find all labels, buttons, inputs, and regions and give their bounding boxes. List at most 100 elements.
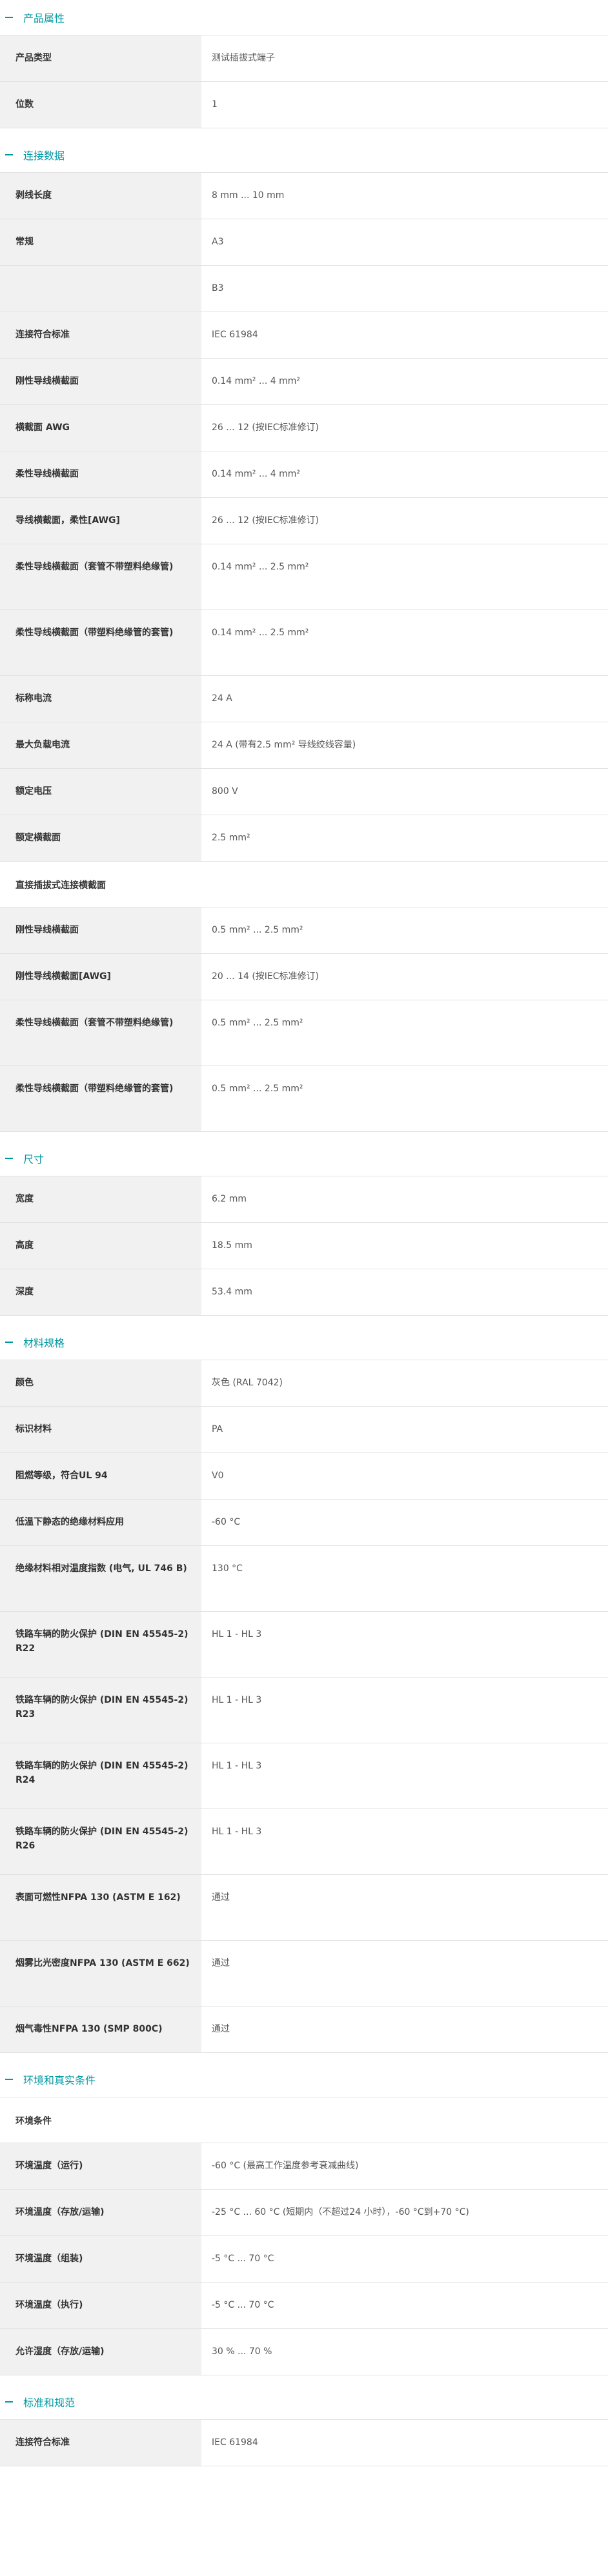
row-value: PA xyxy=(201,1406,608,1453)
row-value: HL 1 - HL 3 xyxy=(201,1677,608,1743)
row-value: 通过 xyxy=(201,1940,608,2006)
table-row: 环境温度（执行) -5 °C ... 70 °C xyxy=(0,2282,608,2329)
table-row: 烟气毒性NFPA 130 (SMP 800C) 通过 xyxy=(0,2006,608,2053)
table-row: B3 xyxy=(0,265,608,312)
row-label: 允许湿度（存放/运输) xyxy=(0,2328,201,2375)
row-label: 柔性导线横截面（带塑料绝缘管的套管) xyxy=(0,1065,201,1132)
section-title-dimensions: 尺寸 xyxy=(0,1141,608,1176)
row-label: 刚性导线横截面 xyxy=(0,358,201,405)
table-row: 柔性导线横截面（套管不带塑料绝缘管) 0.14 mm² ... 2.5 mm² xyxy=(0,544,608,610)
row-value: 800 V xyxy=(201,768,608,815)
row-value: 26 ... 12 (按IEC标准修订) xyxy=(201,404,608,451)
row-label: 环境温度（执行) xyxy=(0,2282,201,2329)
table-row: 剥线长度 8 mm ... 10 mm xyxy=(0,172,608,219)
section-title-standards: 标准和规范 xyxy=(0,2384,608,2419)
table-row: 宽度 6.2 mm xyxy=(0,1176,608,1223)
row-label: 柔性导线横截面 xyxy=(0,451,201,498)
row-label: 连接符合标准 xyxy=(0,2419,201,2466)
row-value: -60 °C (最高工作温度参考衰减曲线) xyxy=(201,2143,608,2190)
row-value: 0.14 mm² ... 4 mm² xyxy=(201,451,608,498)
row-label: 标称电流 xyxy=(0,675,201,722)
table-row: 导线横截面，柔性[AWG] 26 ... 12 (按IEC标准修订) xyxy=(0,497,608,544)
row-value: 130 °C xyxy=(201,1545,608,1612)
row-value: B3 xyxy=(201,265,608,312)
table-row: 绝缘材料相对温度指数 (电气, UL 746 B) 130 °C xyxy=(0,1545,608,1612)
row-value: 20 ... 14 (按IEC标准修订) xyxy=(201,953,608,1000)
row-label: 横截面 AWG xyxy=(0,404,201,451)
table-row: 表面可燃性NFPA 130 (ASTM E 162) 通过 xyxy=(0,1874,608,1941)
row-label: 柔性导线横截面（套管不带塑料绝缘管) xyxy=(0,1000,201,1066)
table-row: 柔性导线横截面（带塑料绝缘管的套管) 0.14 mm² ... 2.5 mm² xyxy=(0,609,608,676)
row-value: 1 xyxy=(201,81,608,128)
row-label: 铁路车辆的防火保护 (DIN EN 45545-2) R26 xyxy=(0,1808,201,1875)
row-label: 烟雾比光密度NFPA 130 (ASTM E 662) xyxy=(0,1940,201,2006)
row-label xyxy=(0,265,201,312)
row-label: 颜色 xyxy=(0,1360,201,1407)
row-value: A3 xyxy=(201,219,608,266)
row-value: 通过 xyxy=(201,2006,608,2053)
table-row: 铁路车辆的防火保护 (DIN EN 45545-2) R22 HL 1 - HL … xyxy=(0,1611,608,1678)
row-label: 环境温度（组装) xyxy=(0,2235,201,2283)
direct-plug-table: 刚性导线横截面 0.5 mm² ... 2.5 mm² 刚性导线横截面[AWG] 2… xyxy=(0,907,608,1132)
section-title-product-properties: 产品属性 xyxy=(0,0,608,35)
row-value: 0.5 mm² ... 2.5 mm² xyxy=(201,907,608,954)
row-label: 低温下静态的绝缘材料应用 xyxy=(0,1499,201,1546)
table-row: 铁路车辆的防火保护 (DIN EN 45545-2) R23 HL 1 - HL … xyxy=(0,1677,608,1743)
row-label: 剥线长度 xyxy=(0,172,201,219)
row-label: 标识材料 xyxy=(0,1406,201,1453)
standards-table: 连接符合标准 IEC 61984 xyxy=(0,2419,608,2466)
row-label: 导线横截面，柔性[AWG] xyxy=(0,497,201,544)
row-value: 灰色 (RAL 7042) xyxy=(201,1360,608,1407)
row-value: IEC 61984 xyxy=(201,2419,608,2466)
row-value: HL 1 - HL 3 xyxy=(201,1743,608,1809)
table-row: 横截面 AWG 26 ... 12 (按IEC标准修订) xyxy=(0,404,608,451)
table-row: 烟雾比光密度NFPA 130 (ASTM E 662) 通过 xyxy=(0,1940,608,2006)
section-dash-icon xyxy=(5,1342,13,1343)
section-title-text: 材料规格 xyxy=(23,1337,65,1349)
table-row: 环境温度（组装) -5 °C ... 70 °C xyxy=(0,2235,608,2283)
section-dash-icon xyxy=(5,154,13,155)
product-properties-table: 产品类型 测试插拔式端子 位数 1 xyxy=(0,35,608,128)
table-row: 常规 A3 xyxy=(0,219,608,266)
row-value: 2.5 mm² xyxy=(201,815,608,861)
table-row: 深度 53.4 mm xyxy=(0,1269,608,1316)
environment-table: 环境温度（运行) -60 °C (最高工作温度参考衰减曲线) 环境温度（存放/运输… xyxy=(0,2143,608,2375)
section-title-material: 材料规格 xyxy=(0,1325,608,1360)
table-row: 铁路车辆的防火保护 (DIN EN 45545-2) R26 HL 1 - HL … xyxy=(0,1808,608,1875)
row-value: 8 mm ... 10 mm xyxy=(201,172,608,219)
table-row: 连接符合标准 IEC 61984 xyxy=(0,312,608,359)
table-row: 标称电流 24 A xyxy=(0,675,608,722)
table-row: 产品类型 测试插拔式端子 xyxy=(0,35,608,82)
row-label: 常规 xyxy=(0,219,201,266)
table-row: 刚性导线横截面[AWG] 20 ... 14 (按IEC标准修订) xyxy=(0,953,608,1000)
row-value: HL 1 - HL 3 xyxy=(201,1808,608,1875)
row-value: 0.14 mm² ... 4 mm² xyxy=(201,358,608,405)
table-row: 环境温度（存放/运输) -25 °C ... 60 °C (短期内（不超过24 小… xyxy=(0,2189,608,2236)
section-dash-icon xyxy=(5,2401,13,2403)
row-label: 铁路车辆的防火保护 (DIN EN 45545-2) R23 xyxy=(0,1677,201,1743)
row-value: IEC 61984 xyxy=(201,312,608,359)
row-label: 最大负载电流 xyxy=(0,722,201,769)
row-label: 烟气毒性NFPA 130 (SMP 800C) xyxy=(0,2006,201,2053)
row-label: 阻燃等级，符合UL 94 xyxy=(0,1452,201,1500)
row-value: 0.14 mm² ... 2.5 mm² xyxy=(201,609,608,676)
table-row: 刚性导线横截面 0.14 mm² ... 4 mm² xyxy=(0,358,608,405)
table-row: 额定横截面 2.5 mm² xyxy=(0,815,608,861)
section-title-environment: 环境和真实条件 xyxy=(0,2062,608,2097)
table-row: 颜色 灰色 (RAL 7042) xyxy=(0,1360,608,1407)
row-value: 0.5 mm² ... 2.5 mm² xyxy=(201,1000,608,1066)
table-row: 柔性导线横截面 0.14 mm² ... 4 mm² xyxy=(0,451,608,498)
row-value: 通过 xyxy=(201,1874,608,1941)
section-dash-icon xyxy=(5,1158,13,1159)
table-row: 柔性导线横截面（带塑料绝缘管的套管) 0.5 mm² ... 2.5 mm² xyxy=(0,1065,608,1132)
row-value: 24 A xyxy=(201,675,608,722)
row-label: 宽度 xyxy=(0,1176,201,1223)
table-row: 阻燃等级，符合UL 94 V0 xyxy=(0,1452,608,1500)
row-value: -25 °C ... 60 °C (短期内（不超过24 小时），-60 °C到+… xyxy=(201,2189,608,2236)
dimensions-table: 宽度 6.2 mm 高度 18.5 mm 深度 53.4 mm xyxy=(0,1176,608,1316)
row-label: 深度 xyxy=(0,1269,201,1316)
table-row: 标识材料 PA xyxy=(0,1406,608,1453)
row-value: 26 ... 12 (按IEC标准修订) xyxy=(201,497,608,544)
table-row: 允许湿度（存放/运输) 30 % ... 70 % xyxy=(0,2328,608,2375)
row-label: 位数 xyxy=(0,81,201,128)
